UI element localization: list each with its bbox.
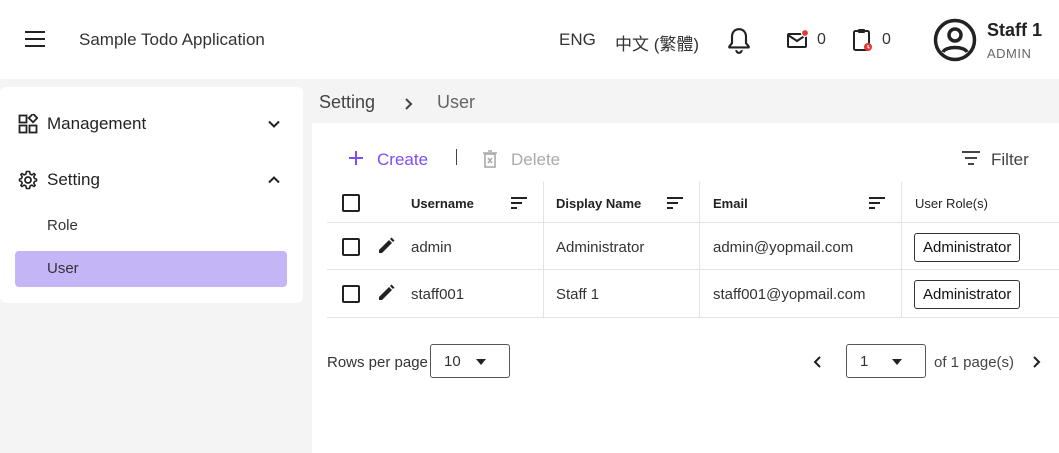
cell-username: admin — [411, 239, 452, 256]
account-circle-icon[interactable] — [933, 18, 977, 62]
edit-icon[interactable] — [376, 283, 396, 303]
table-row: admin Administrator admin@yopmail.com Ad… — [327, 223, 1059, 270]
mail-icon[interactable] — [785, 28, 811, 52]
column-header-username[interactable]: Username — [411, 196, 474, 211]
sidebar-group-label: Management — [47, 114, 147, 133]
caret-down-icon — [476, 359, 486, 365]
chevron-up-icon — [266, 172, 282, 188]
column-header-user-roles: User Role(s) — [915, 196, 988, 211]
chevron-left-icon — [813, 356, 821, 368]
language-chinese-link[interactable]: 中文 (繁體) — [615, 30, 699, 55]
app-title: Sample Todo Application — [79, 30, 265, 49]
table-header-row: Username Display Name Email User Role(s) — [327, 182, 1059, 223]
trash-icon — [483, 150, 497, 168]
user-name: Staff 1 — [987, 20, 1043, 40]
gear-icon — [18, 170, 38, 190]
mail-count: 0 — [817, 31, 826, 48]
caret-down-icon — [892, 359, 902, 365]
cell-username: staff001 — [411, 286, 465, 303]
row-checkbox[interactable] — [342, 285, 360, 303]
create-label: Create — [377, 150, 429, 169]
rows-per-page-label: Rows per page — [327, 354, 428, 371]
chevron-right-icon — [1033, 356, 1041, 368]
sidebar: Management Setting Role User — [0, 87, 303, 303]
role-tag: Administrator — [914, 233, 1021, 262]
menu-icon[interactable] — [25, 31, 45, 47]
sidebar-item-role[interactable]: Role — [15, 208, 287, 244]
select-all-checkbox[interactable] — [342, 194, 360, 212]
role-tag: Administrator — [914, 280, 1021, 309]
table-row: staff001 Staff 1 staff001@yopmail.com Ad… — [327, 270, 1059, 318]
filter-button[interactable]: Filter — [961, 148, 1041, 172]
breadcrumb-parent[interactable]: Setting — [319, 92, 375, 113]
sort-icon[interactable] — [666, 196, 684, 210]
sidebar-group-label: Setting — [47, 170, 100, 189]
column-header-display-name[interactable]: Display Name — [556, 196, 641, 211]
breadcrumb-current: User — [437, 92, 476, 112]
delete-button[interactable]: Delete — [482, 148, 572, 172]
toolbar-divider — [456, 149, 457, 165]
cell-email: admin@yopmail.com — [713, 239, 854, 256]
sidebar-group-setting[interactable]: Setting — [0, 158, 303, 202]
widgets-icon — [18, 112, 39, 134]
previous-page-button[interactable] — [808, 352, 828, 372]
rows-per-page-value: 10 — [444, 353, 461, 370]
task-count: 0 — [882, 31, 891, 48]
page-count-text: of 1 page(s) — [934, 354, 1015, 371]
page-value: 1 — [860, 353, 869, 370]
bell-icon[interactable] — [726, 27, 752, 55]
edit-icon[interactable] — [376, 236, 396, 256]
chevron-down-icon — [266, 116, 282, 132]
main-panel: Create Delete Filter Username Display Na… — [312, 123, 1059, 453]
user-role: ADMIN — [987, 46, 1032, 61]
clipboard-icon[interactable] — [851, 27, 875, 53]
sort-icon[interactable] — [868, 196, 886, 210]
plus-icon — [349, 151, 363, 165]
language-english-link[interactable]: ENG — [559, 30, 596, 50]
cell-email: staff001@yopmail.com — [713, 286, 866, 303]
filter-icon — [962, 151, 980, 165]
delete-label: Delete — [511, 150, 561, 169]
chevron-right-icon — [403, 95, 415, 110]
sidebar-item-user[interactable]: User — [15, 251, 287, 287]
top-bar: Sample Todo Application ENG 中文 (繁體) 0 0 — [0, 0, 1059, 79]
sidebar-group-management[interactable]: Management — [0, 102, 303, 146]
cell-display-name: Staff 1 — [556, 286, 600, 303]
create-button[interactable]: Create — [347, 148, 437, 172]
filter-label: Filter — [991, 150, 1029, 169]
sort-icon[interactable] — [510, 196, 528, 210]
cell-display-name: Administrator — [556, 239, 645, 256]
next-page-button[interactable] — [1026, 352, 1046, 372]
sidebar-item-label: User — [47, 260, 79, 277]
page-select[interactable]: 1 — [846, 344, 926, 378]
rows-per-page-select[interactable]: 10 — [430, 344, 510, 378]
column-header-email[interactable]: Email — [713, 196, 748, 211]
sidebar-item-label: Role — [47, 217, 78, 234]
row-checkbox[interactable] — [342, 238, 360, 256]
